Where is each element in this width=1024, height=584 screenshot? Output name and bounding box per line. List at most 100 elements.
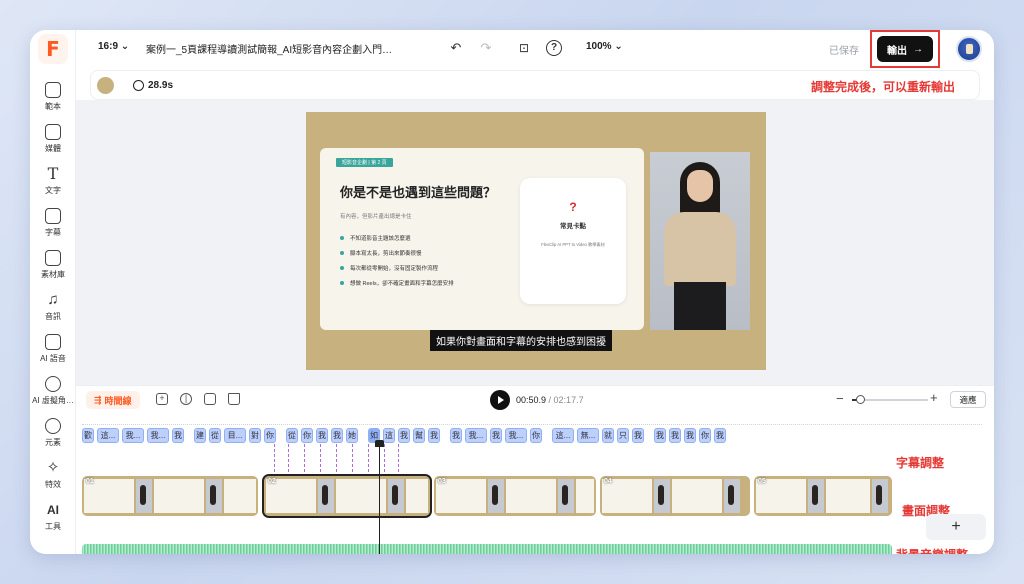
zoom-slider-handle[interactable] (855, 395, 865, 404)
sidebar-item-label: 範本 (45, 102, 61, 111)
subtitle-chip[interactable]: 我 (654, 428, 666, 443)
split-icon[interactable]: | (180, 393, 192, 405)
alignment-guides (270, 444, 410, 474)
subtitle-chip[interactable]: 無... (577, 428, 599, 443)
subtitle-chip[interactable]: 這... (552, 428, 574, 443)
subtitle-chip[interactable]: 我... (505, 428, 527, 443)
ai-voice-icon (45, 334, 61, 350)
faq-note: FlexClip AI PPT to Video 教學素材 (541, 242, 605, 247)
subtitle-chip[interactable]: 我... (122, 428, 144, 443)
export-button[interactable]: 輸出 → (877, 36, 933, 62)
subtitle-chip[interactable]: 建 (194, 428, 206, 443)
user-avatar[interactable] (956, 36, 982, 62)
timeline-ruler (82, 424, 982, 426)
sidebar-item-text[interactable]: T 文字 (30, 166, 76, 196)
subtitle-chip[interactable]: 我 (450, 428, 462, 443)
subtitle-chip[interactable]: 對 (249, 428, 261, 443)
faq-title: 常見卡點 (560, 223, 586, 230)
subtitle-chip[interactable]: 從 (209, 428, 221, 443)
question-mark-icon: ? (569, 200, 577, 214)
scene-clip[interactable]: 03 (434, 476, 596, 516)
subtitle-chip[interactable]: 只 (617, 428, 629, 443)
annotation-audio: 背景音樂調整 (896, 546, 968, 554)
subtitle-chip[interactable]: 我 (316, 428, 328, 443)
add-icon[interactable]: + (156, 393, 168, 405)
subtitle-chip[interactable]: 歡 (82, 428, 94, 443)
timeline-panel: ⇶ 時間線 + | 00:50.9 / 02:17.7 − + 適應 歡這...… (76, 385, 994, 554)
subtitle-chip[interactable]: 我 (490, 428, 502, 443)
help-icon[interactable]: ? (546, 40, 562, 56)
subtitle-chip[interactable]: 我 (714, 428, 726, 443)
clip-number: 01 (86, 478, 94, 485)
sidebar-item-audio[interactable]: ♫ 音訊 (30, 292, 76, 322)
sidebar-item-label: 特效 (45, 480, 61, 489)
play-button[interactable] (490, 390, 510, 410)
subtitle-chip[interactable]: 你 (699, 428, 711, 443)
bullet-dot-icon (340, 281, 344, 285)
video-preview-slide[interactable]: 短影音企劃 | 第 2 頁 你是不是也遇到這些問題？ 有內容，但影片產出總是卡住… (306, 112, 766, 370)
zoom-out-icon[interactable]: − (836, 391, 844, 406)
subtitle-chip[interactable]: 這... (97, 428, 119, 443)
duplicate-icon[interactable] (204, 393, 216, 405)
presenter-photo (650, 152, 750, 330)
subtitle-chip[interactable]: 這 (383, 428, 395, 443)
editor-window: F 範本 媒體 T 文字 字幕 素材庫 ♫ 音訊 AI 語音 AI 虛擬角… 元… (30, 30, 994, 554)
sidebar-item-ai-voice[interactable]: AI 語音 (30, 334, 76, 364)
sidebar-item-assets[interactable]: 素材庫 (30, 250, 76, 280)
subtitle-chip[interactable]: 你 (530, 428, 542, 443)
slide-subtitle: 有內容，但影片產出總是卡住 (340, 214, 412, 220)
sidebar-item-media[interactable]: 媒體 (30, 124, 76, 154)
screenshot-icon[interactable]: ⊡ (516, 40, 532, 56)
subtitle-chip[interactable]: 就 (602, 428, 614, 443)
tab-timeline[interactable]: ⇶ 時間線 (86, 391, 140, 409)
slide-bullet: 每次都從零開始，沒有固定製作流程 (340, 264, 438, 272)
sidebar-item-elements[interactable]: 元素 (30, 418, 76, 448)
subtitle-chip[interactable]: 目... (224, 428, 246, 443)
scene-duration[interactable]: 28.9s (133, 80, 173, 91)
background-music-track[interactable] (82, 544, 892, 554)
sidebar-item-ai-avatar[interactable]: AI 虛擬角… (30, 376, 76, 406)
subtitle-chip[interactable]: 她 (346, 428, 358, 443)
elements-icon (45, 418, 61, 434)
zoom-select[interactable]: 100% ⌄ (586, 41, 623, 52)
subtitle-chip[interactable]: 從 (286, 428, 298, 443)
caption-overlay[interactable]: 如果你對畫面和字幕的安排也感到困擾 (430, 330, 612, 351)
background-color-swatch[interactable] (97, 77, 114, 94)
scene-clip[interactable]: 04 (600, 476, 750, 516)
subtitle-chip[interactable]: 我 (684, 428, 696, 443)
scene-clip[interactable]: 02 (262, 474, 432, 518)
subtitle-chip[interactable]: 你 (301, 428, 313, 443)
add-scene-button[interactable]: + (926, 514, 986, 540)
fit-button[interactable]: 適應 (950, 391, 986, 408)
template-icon (45, 82, 61, 98)
aspect-ratio-select[interactable]: 16:9 ⌄ (98, 41, 129, 52)
sidebar-item-label: 文字 (45, 186, 61, 195)
sidebar-item-template[interactable]: 範本 (30, 82, 76, 112)
subtitle-chip[interactable]: 我 (331, 428, 343, 443)
subtitle-chip[interactable]: 我 (398, 428, 410, 443)
project-title[interactable]: 案例一_5頁課程導讀測試簡報_AI短影音內容企劃入門… (146, 41, 392, 56)
media-upload-icon (45, 124, 61, 140)
sidebar-item-effects[interactable]: ✧ 特效 (30, 460, 76, 490)
subtitle-chip[interactable]: 我 (632, 428, 644, 443)
tab-timeline-label: 時間線 (104, 395, 132, 406)
playhead[interactable] (375, 440, 384, 554)
sidebar-item-tools[interactable]: AI 工具 (30, 502, 76, 532)
subtitle-chip[interactable]: 幫 (413, 428, 425, 443)
clip-number: 03 (438, 478, 446, 485)
app-logo[interactable]: F (38, 34, 68, 64)
scene-clip[interactable]: 01 (82, 476, 258, 516)
subtitle-chip[interactable]: 我 (172, 428, 184, 443)
subtitle-chip[interactable]: 我... (465, 428, 487, 443)
subtitle-chip[interactable]: 我 (669, 428, 681, 443)
subtitle-chip[interactable]: 我... (147, 428, 169, 443)
sidebar-item-label: 媒體 (45, 144, 61, 153)
scene-clip[interactable]: 05 (754, 476, 892, 516)
subtitle-chip[interactable]: 你 (264, 428, 276, 443)
undo-icon[interactable]: ↶ (448, 40, 464, 56)
sidebar-item-subtitle[interactable]: 字幕 (30, 208, 76, 238)
zoom-in-icon[interactable]: + (930, 390, 938, 405)
redo-icon[interactable]: ↷ (478, 40, 494, 56)
subtitle-chip[interactable]: 我 (428, 428, 440, 443)
trash-icon[interactable] (228, 393, 240, 405)
